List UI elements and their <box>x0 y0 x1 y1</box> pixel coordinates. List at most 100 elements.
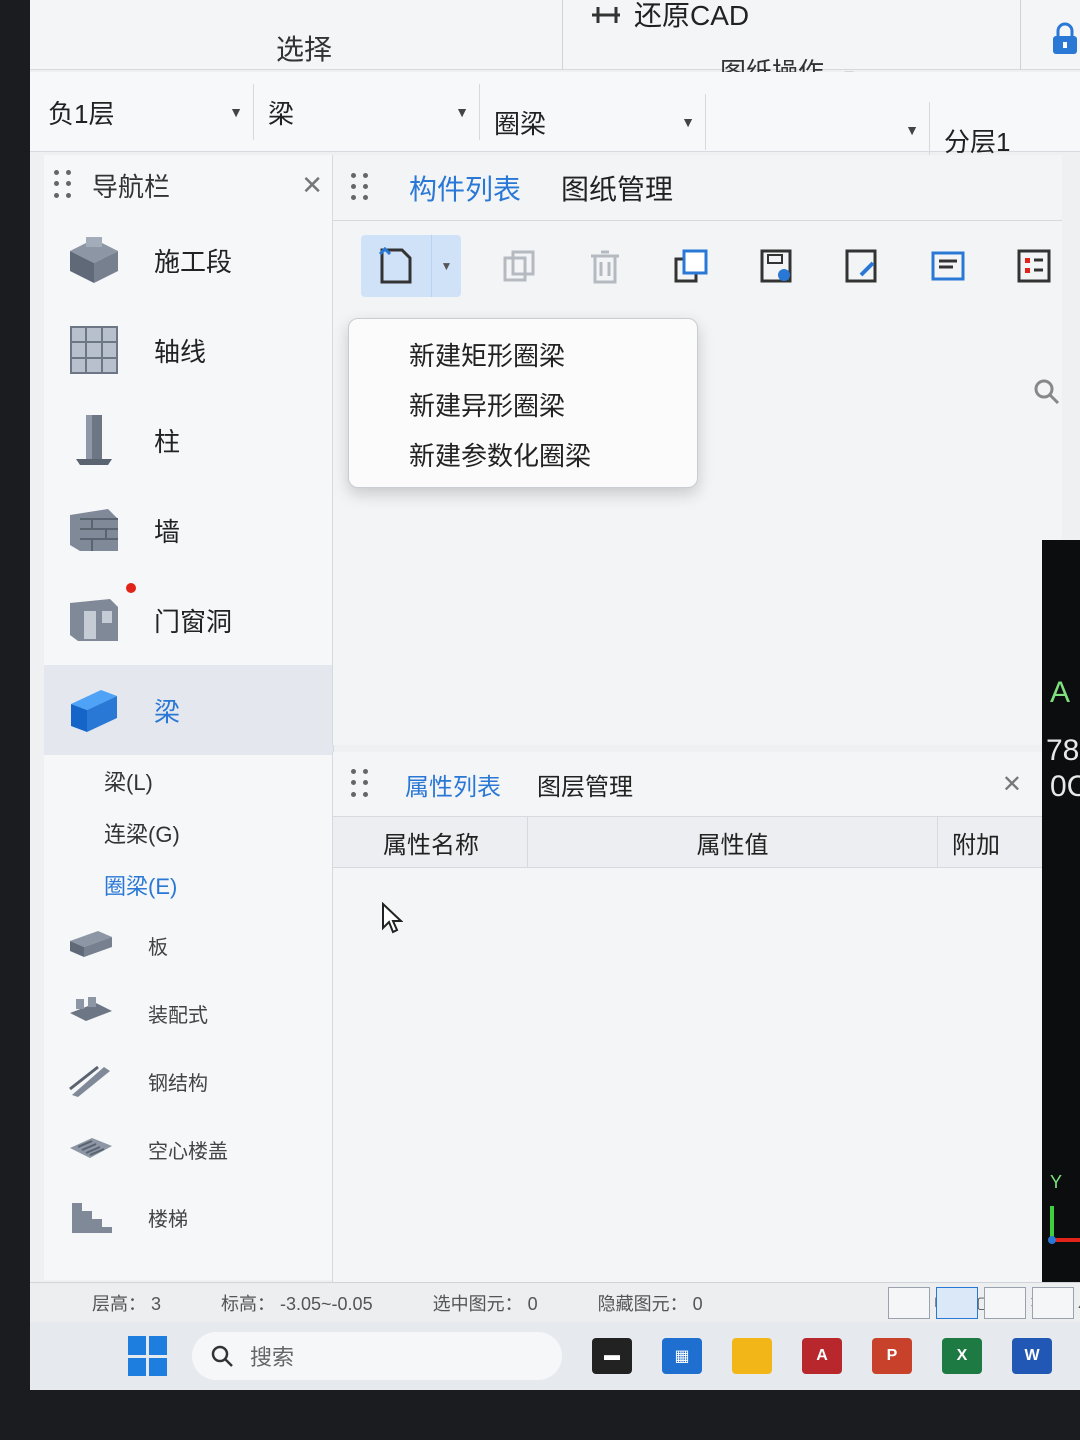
new-component-button[interactable]: ▼ <box>361 235 461 297</box>
nav-item-label: 施工段 <box>154 246 233 277</box>
task-view-icon[interactable]: ▬ <box>592 1338 632 1374</box>
cad-text: 0C <box>1050 770 1080 803</box>
tab-drawing-management[interactable]: 图纸管理 <box>561 168 673 208</box>
menu-item-new-parametric-ring-beam[interactable]: 新建参数化圈梁 <box>349 429 697 479</box>
component-select[interactable]: ▼ <box>710 102 930 158</box>
chevron-down-icon[interactable]: ▼ <box>431 235 461 297</box>
column-header-property-value[interactable]: 属性值 <box>528 817 938 867</box>
status-tools: ∟ ▢▾ ✕ ∠ <box>888 1286 1080 1319</box>
chevron-down-icon: ▼ <box>681 114 695 130</box>
access-icon[interactable]: A <box>802 1338 842 1374</box>
sub-item-beam[interactable]: 梁(L) <box>44 755 333 807</box>
nav-item-slab[interactable]: 板 <box>44 911 333 979</box>
taskbar-search-placeholder: 搜索 <box>250 1345 295 1370</box>
cad-text: 785 <box>1046 734 1080 767</box>
nav-item-label: 门窗洞 <box>154 606 233 637</box>
nav-item-stairs[interactable]: 楼梯 <box>44 1183 333 1251</box>
lock-icon[interactable] <box>1050 22 1080 56</box>
column-header-extra[interactable]: 附加 <box>938 817 1008 867</box>
delete-button[interactable] <box>577 237 633 295</box>
sub-item-coupling-beam[interactable]: 连梁(G) <box>44 807 333 859</box>
nav-item-beam[interactable]: 梁 <box>44 665 333 755</box>
drag-handle-icon[interactable] <box>351 172 369 203</box>
ortho-toggle[interactable]: ∟ <box>888 1286 948 1319</box>
restore-cad-icon <box>592 7 620 23</box>
axis-y-label: Y <box>1050 1172 1063 1192</box>
menu-item-new-irregular-ring-beam[interactable]: 新建异形圈梁 <box>349 379 697 429</box>
folder-icon[interactable] <box>732 1338 772 1374</box>
type-select[interactable]: 梁 ▼ <box>258 84 480 140</box>
search-icon[interactable] <box>1032 377 1062 407</box>
save-component-button[interactable] <box>749 237 805 295</box>
display-icon <box>931 251 965 281</box>
floor-select[interactable]: 负1层 ▼ <box>38 84 254 140</box>
layer-copy-icon <box>674 249 708 283</box>
nav-item-label: 梁 <box>154 696 181 727</box>
display-button[interactable] <box>920 237 976 295</box>
sub-item-ring-beam[interactable]: 圈梁(E) <box>44 859 333 911</box>
list-button[interactable] <box>1006 237 1062 295</box>
property-tabs: 属性列表 图层管理 ✕ <box>333 752 1042 816</box>
trash-icon <box>590 250 619 284</box>
new-component-menu: 新建矩形圈梁 新建异形圈梁 新建参数化圈梁 <box>348 318 698 488</box>
rect-select-toggle[interactable]: ▢▾ <box>936 1286 1000 1319</box>
type-select-value: 梁 <box>268 98 295 129</box>
nav-item-prefab[interactable]: 装配式 <box>44 979 333 1047</box>
windows-start-icon[interactable] <box>128 1336 168 1376</box>
floor-height-status: 层高： 3 <box>92 1293 162 1314</box>
nav-item-construction-segment[interactable]: 施工段 <box>44 215 333 305</box>
app-window: 选择 还原CAD 图纸操作 ▼ 负1层 ▼ 梁 ▼ 圈梁 ▼ ▼ <box>30 0 1080 1390</box>
edit-component-button[interactable] <box>834 237 890 295</box>
close-icon[interactable]: ✕ <box>301 170 323 201</box>
chevron-down-icon: ▼ <box>229 104 243 120</box>
search-icon <box>211 1345 233 1367</box>
layer-copy-button[interactable] <box>663 237 719 295</box>
nav-item-label: 空心楼盖 <box>148 1140 228 1163</box>
new-file-icon <box>361 235 431 297</box>
nav-item-steel[interactable]: 钢结构 <box>44 1047 333 1115</box>
nav-item-hollow-floor[interactable]: 空心楼盖 <box>44 1115 333 1183</box>
layer-select-value: 分层1 <box>944 126 1011 157</box>
subtype-select-value: 圈梁 <box>494 108 547 139</box>
tab-layer-management[interactable]: 图层管理 <box>537 767 633 802</box>
word-icon[interactable]: W <box>1012 1338 1052 1374</box>
subtype-select[interactable]: 圈梁 ▼ <box>484 94 706 150</box>
property-panel: 属性列表 图层管理 ✕ 属性名称 属性值 附加 <box>332 752 1042 1282</box>
chevron-down-icon: ▼ <box>455 104 469 120</box>
windows-taskbar: 搜索 ▬ ▦ A P X W <box>30 1322 1080 1390</box>
selected-elements-status: 选中图元： 0 <box>432 1293 538 1314</box>
angle-toggle[interactable]: ∠ <box>1032 1286 1080 1319</box>
nav-title: 导航栏 <box>92 171 171 202</box>
floor-select-value: 负1层 <box>48 98 115 129</box>
nav-item-wall[interactable]: 墙 <box>44 485 333 575</box>
nav-item-axis[interactable]: 轴线 <box>44 305 333 395</box>
drag-handle-icon[interactable] <box>351 769 369 799</box>
restore-cad-button[interactable]: 还原CAD <box>590 0 749 34</box>
navigation-panel: 导航栏 ✕ 施工段 轴线 柱 墙 门窗洞 梁 梁(L) 连梁(G) 圈梁(E) … <box>44 155 334 1280</box>
column-icon <box>64 412 124 468</box>
nav-item-label: 柱 <box>154 426 181 457</box>
powerpoint-icon[interactable]: P <box>872 1338 912 1374</box>
column-header-property-name[interactable]: 属性名称 <box>333 817 528 867</box>
nav-item-label: 钢结构 <box>148 1072 208 1095</box>
tab-property-list[interactable]: 属性列表 <box>405 767 501 802</box>
menu-item-new-rect-ring-beam[interactable]: 新建矩形圈梁 <box>349 329 697 379</box>
elevation-status: 标高： -3.05~-0.05 <box>221 1293 373 1314</box>
copy-button[interactable] <box>491 237 547 295</box>
nav-item-door-window[interactable]: 门窗洞 <box>44 575 333 665</box>
prefab-icon <box>64 991 118 1035</box>
close-icon[interactable]: ✕ <box>1002 770 1022 799</box>
copy-icon <box>503 250 535 282</box>
nav-item-label: 装配式 <box>148 1004 208 1027</box>
drag-handle-icon[interactable] <box>54 170 72 200</box>
nav-item-column[interactable]: 柱 <box>44 395 333 485</box>
tab-component-list[interactable]: 构件列表 <box>409 168 521 208</box>
cad-text: A <box>1050 676 1071 709</box>
store-icon[interactable]: ▦ <box>662 1338 702 1374</box>
steel-icon <box>64 1059 118 1103</box>
taskbar-search[interactable]: 搜索 <box>192 1332 562 1380</box>
excel-icon[interactable]: X <box>942 1338 982 1374</box>
cad-canvas[interactable]: A 785 0C Y <box>1042 540 1080 1310</box>
cross-select-toggle[interactable]: ✕ <box>984 1286 1043 1319</box>
restore-cad-label: 还原CAD <box>634 0 750 31</box>
